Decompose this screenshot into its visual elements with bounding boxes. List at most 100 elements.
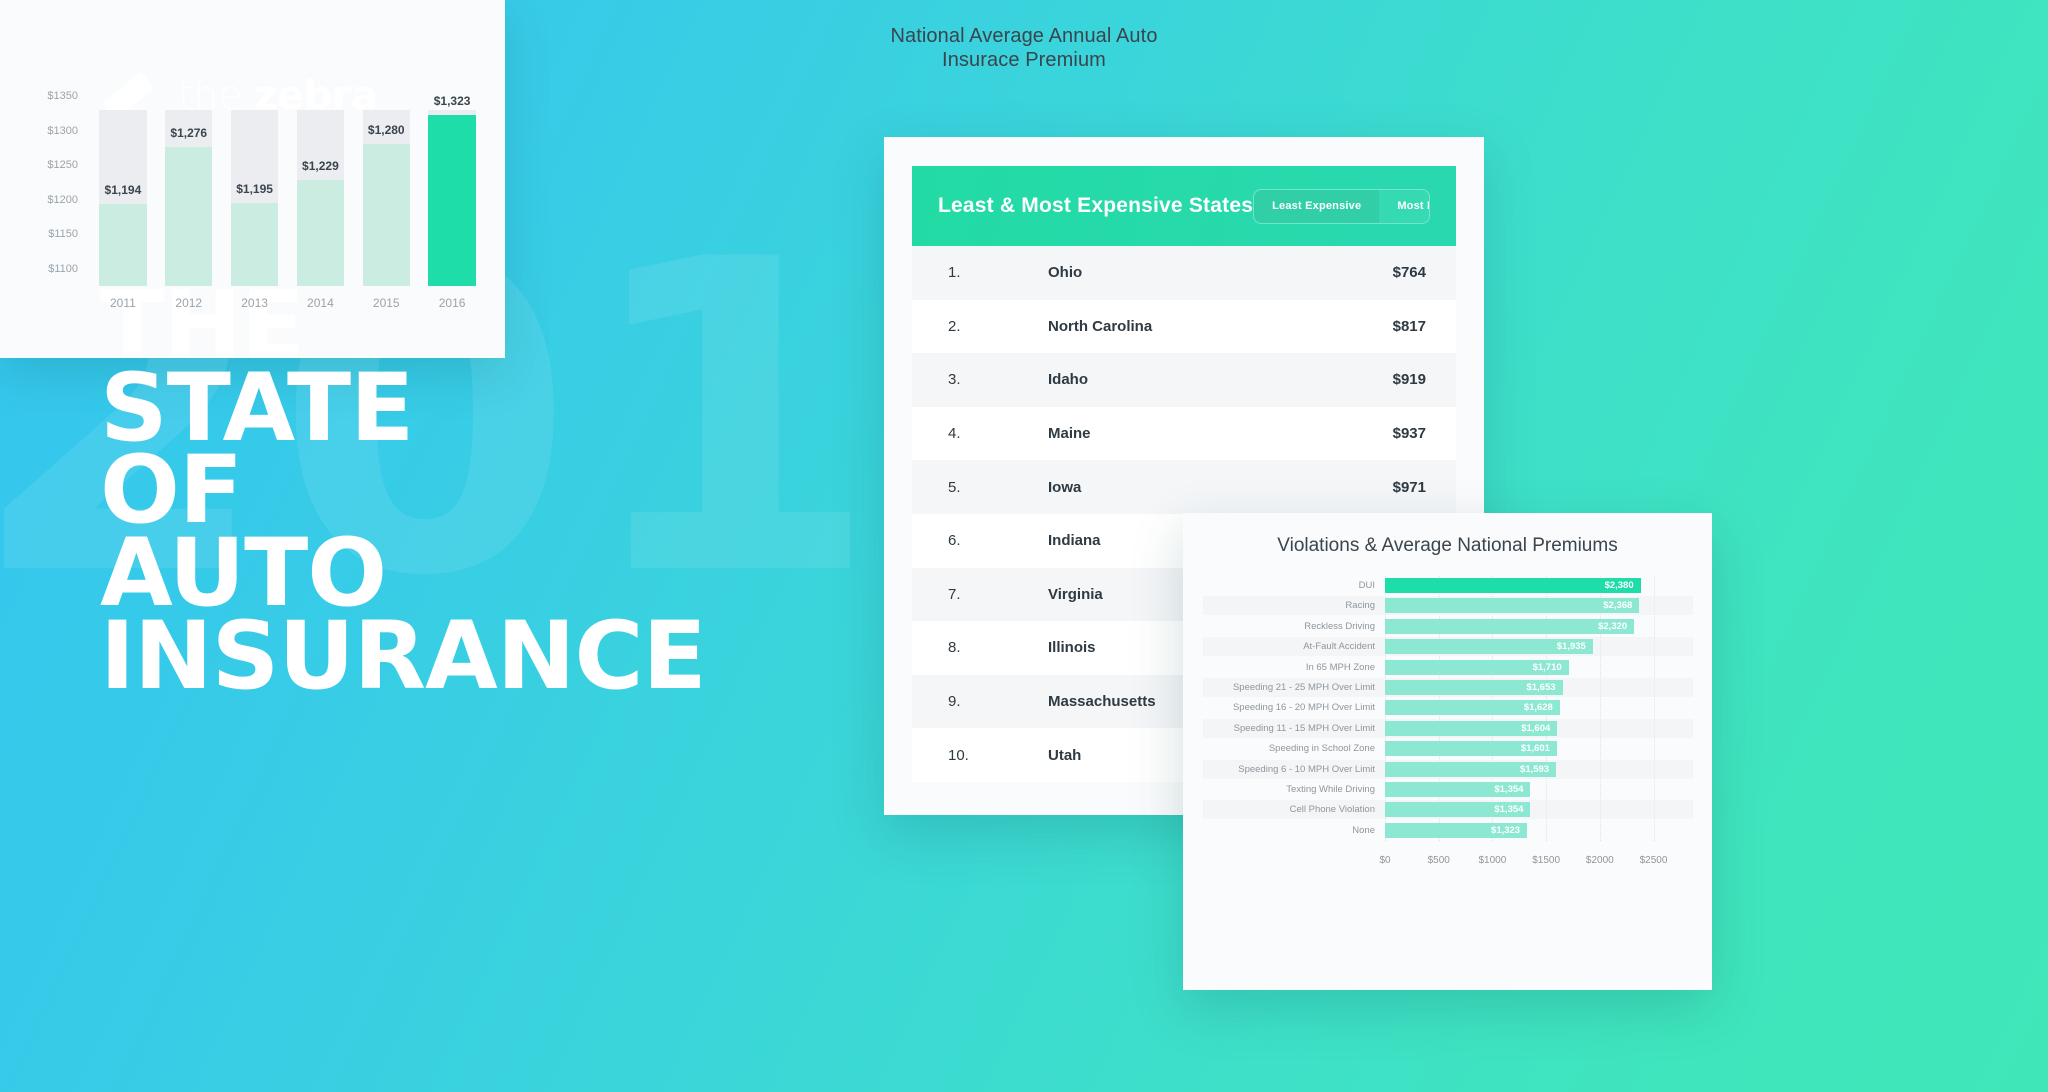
violations-value-label: $1,653 bbox=[1526, 682, 1556, 693]
violations-value-label: $1,354 bbox=[1494, 804, 1524, 816]
toggle-least-expensive[interactable]: Least Expensive bbox=[1254, 190, 1379, 223]
violations-row: In 65 MPH Zone $1,710 bbox=[1203, 658, 1693, 677]
state-name: Ohio bbox=[1048, 264, 1083, 282]
violations-value-label: $2,320 bbox=[1598, 620, 1628, 632]
violations-category-label: Racing bbox=[1345, 600, 1375, 612]
state-premium: $817 bbox=[1392, 317, 1426, 335]
violations-bar: $2,368 bbox=[1385, 598, 1640, 614]
bar-chart-value-label: $1,195 bbox=[236, 182, 273, 197]
page-title: THE STATE OF AUTO INSURANCE bbox=[100, 279, 707, 711]
bar-chart-bar bbox=[165, 147, 213, 286]
violations-value-label: $1,354 bbox=[1494, 784, 1524, 795]
infographic-cover: 2016 the zebra THE STATE OF AUTO INSURAN… bbox=[0, 0, 2048, 1092]
violations-row: At-Fault Accident $1,935 bbox=[1203, 637, 1693, 657]
bar-chart-x-tick: 2016 bbox=[438, 296, 466, 310]
violations-x-tick: $2000 bbox=[1585, 855, 1614, 867]
violations-bar-track: $1,628 bbox=[1385, 698, 1693, 717]
violations-category-label: Speeding 16 - 20 MPH Over Limit bbox=[1232, 702, 1375, 714]
table-row: 5. Iowa $971 bbox=[912, 460, 1456, 514]
violations-bar: $1,653 bbox=[1385, 680, 1563, 695]
violations-category-label: Cell Phone Violation bbox=[1289, 804, 1375, 816]
state-rank: 5. bbox=[948, 478, 961, 496]
state-rank: 6. bbox=[948, 532, 961, 550]
bar-chart-bar bbox=[230, 203, 279, 286]
bar-chart-x-tick: 2011 bbox=[109, 296, 136, 310]
states-card-title: Least & Most Expensive States bbox=[938, 194, 1254, 217]
violations-x-tick: $1500 bbox=[1532, 855, 1561, 867]
bar-chart-title: National Average Annual Auto Insurace Pr… bbox=[0, 24, 2048, 72]
bar-chart-x-tick: 2012 bbox=[175, 296, 203, 310]
violations-value-label: $1,628 bbox=[1523, 702, 1553, 714]
violations-value-label: $1,601 bbox=[1520, 743, 1550, 755]
violations-category-label: DUI bbox=[1358, 580, 1375, 591]
state-name: North Carolina bbox=[1048, 317, 1153, 335]
violations-row: Speeding 11 - 15 MPH Over Limit $1,604 bbox=[1203, 718, 1693, 738]
table-row: 2. North Carolina $817 bbox=[912, 299, 1456, 354]
violations-category-label: Speeding 11 - 15 MPH Over Limit bbox=[1233, 722, 1375, 734]
violations-row: Speeding in School Zone $1,601 bbox=[1203, 739, 1693, 758]
state-rank: 9. bbox=[948, 693, 961, 711]
state-rank: 7. bbox=[948, 585, 961, 603]
violations-x-tick: $500 bbox=[1427, 855, 1450, 867]
bar-chart-x-tick: 2015 bbox=[372, 296, 400, 310]
bar-chart-value-label: $1,280 bbox=[367, 123, 405, 138]
states-card-header: Least & Most Expensive States Least Expe… bbox=[912, 166, 1456, 246]
violations-bar: $2,380 bbox=[1385, 578, 1641, 593]
bar-chart-column: $1,195 2013 bbox=[230, 96, 279, 310]
violations-category-label: Speeding in School Zone bbox=[1268, 743, 1375, 755]
table-row: 3. Idaho $919 bbox=[912, 353, 1456, 407]
expense-toggle-group[interactable]: Least Expensive Most Expensive bbox=[1253, 188, 1430, 224]
violations-x-tick: $1000 bbox=[1478, 855, 1507, 867]
violations-bar-track: $1,935 bbox=[1385, 637, 1693, 656]
bar-chart-column: $1,229 2014 bbox=[296, 96, 345, 310]
bar-chart-bar bbox=[296, 179, 345, 286]
violations-row: Speeding 6 - 10 MPH Over Limit $1,593 bbox=[1203, 759, 1693, 779]
bar-chart-value-label: $1,194 bbox=[104, 182, 142, 197]
bar-chart-value-label: $1,229 bbox=[302, 158, 339, 173]
violations-value-label: $1,604 bbox=[1521, 722, 1551, 734]
state-rank: 1. bbox=[948, 264, 961, 282]
bar-chart-column: $1,194 2011 bbox=[99, 96, 147, 310]
violations-bar: $1,323 bbox=[1385, 822, 1528, 838]
state-rank: 8. bbox=[948, 639, 961, 657]
table-row: 4. Maine $937 bbox=[912, 406, 1456, 461]
toggle-most-expensive[interactable]: Most Expensive bbox=[1379, 190, 1429, 223]
headline-line-5: INSURANCE bbox=[100, 601, 707, 711]
violations-bar-track: $1,604 bbox=[1385, 719, 1693, 738]
violations-row: Racing $2,368 bbox=[1203, 596, 1693, 616]
state-premium: $764 bbox=[1392, 264, 1426, 282]
violations-bar-track: $1,653 bbox=[1385, 678, 1693, 697]
violations-premiums-card: Violations & Average National Premiums D… bbox=[1183, 513, 1712, 990]
state-rank: 10. bbox=[948, 746, 969, 764]
violations-category-label: Texting While Driving bbox=[1286, 784, 1375, 795]
violations-bar: $1,628 bbox=[1385, 700, 1560, 716]
violations-chart-title: Violations & Average National Premiums bbox=[1277, 535, 1618, 556]
violations-bar: $1,935 bbox=[1385, 639, 1593, 655]
violations-value-label: $2,380 bbox=[1604, 580, 1634, 591]
violations-value-label: $1,935 bbox=[1556, 641, 1586, 653]
violations-row: DUI $2,380 bbox=[1203, 576, 1693, 595]
violations-bar-track: $2,380 bbox=[1385, 576, 1693, 595]
violations-bar-track: $1,601 bbox=[1385, 739, 1693, 758]
bar-chart-title-line-1: National Average Annual Auto bbox=[890, 25, 1158, 47]
state-rank: 2. bbox=[948, 317, 961, 335]
violations-category-label: Speeding 21 - 25 MPH Over Limit bbox=[1232, 682, 1375, 693]
bar-chart-plot: $1100 $1150 $1200 $1250 $1300 $1350 $1,194 2011… bbox=[47, 90, 485, 310]
violations-chart-plot: DUI $2,380 Racing $2,368 Reckless Driving $2,… bbox=[1203, 576, 1693, 921]
violations-x-tick: $2500 bbox=[1639, 855, 1668, 867]
state-premium: $971 bbox=[1392, 478, 1426, 496]
state-premium: $937 bbox=[1392, 425, 1426, 443]
violations-value-label: $2,368 bbox=[1603, 600, 1633, 612]
violations-category-label: None bbox=[1352, 824, 1375, 836]
bar-chart-x-tick: 2014 bbox=[307, 296, 334, 310]
bar-chart-value-label: $1,323 bbox=[433, 93, 471, 108]
violations-bar: $1,593 bbox=[1385, 761, 1557, 777]
state-name: Iowa bbox=[1048, 478, 1082, 496]
bar-chart-y-tick: $1250 bbox=[47, 159, 78, 172]
bar-chart-y-tick: $1100 bbox=[48, 262, 78, 275]
bar-chart-y-tick: $1200 bbox=[47, 193, 78, 206]
violations-row: None $1,323 bbox=[1203, 821, 1693, 840]
violations-row: Speeding 21 - 25 MPH Over Limit $1,653 bbox=[1203, 678, 1693, 697]
violations-row: Reckless Driving $2,320 bbox=[1203, 617, 1693, 636]
violations-value-label: $1,710 bbox=[1532, 661, 1562, 673]
